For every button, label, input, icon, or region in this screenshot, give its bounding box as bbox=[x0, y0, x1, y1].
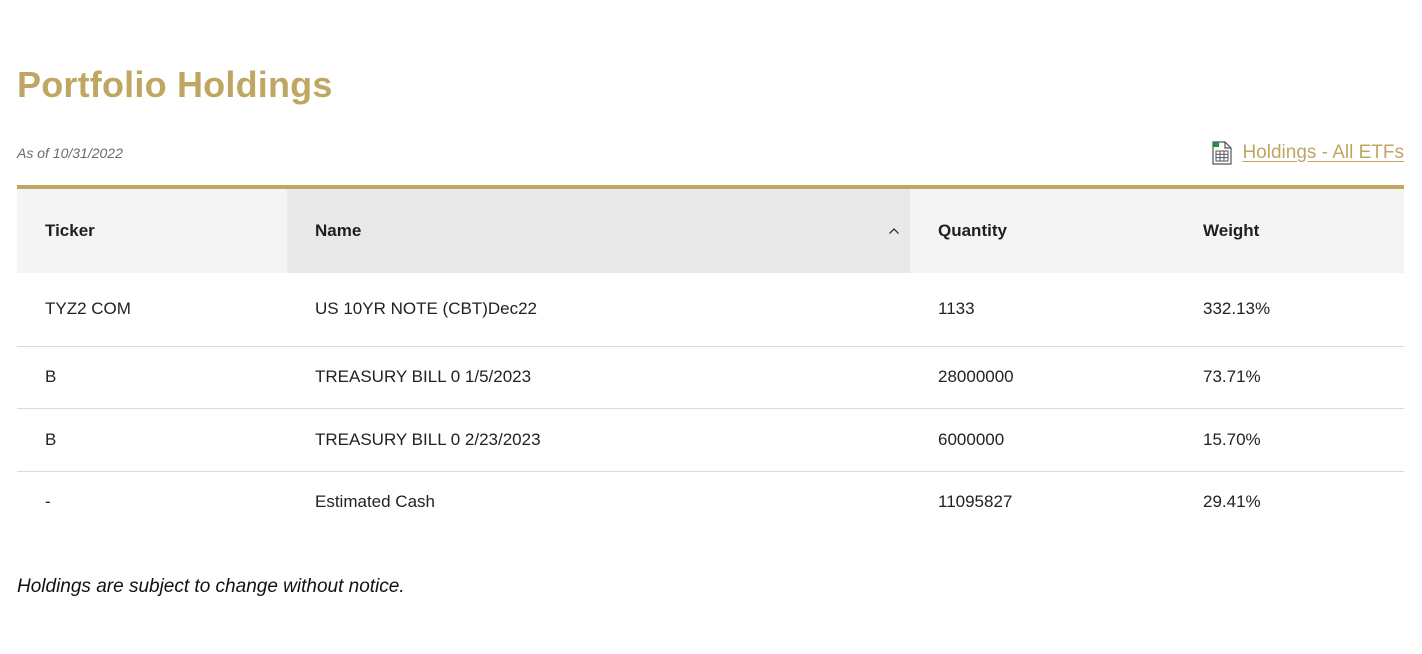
cell-quantity: 1133 bbox=[910, 273, 1175, 347]
table-row: TYZ2 COM US 10YR NOTE (CBT)Dec22 1133 33… bbox=[17, 273, 1404, 347]
column-header-name-label: Name bbox=[315, 221, 362, 240]
table-header-row: Ticker Name Quantity Weight bbox=[17, 189, 1404, 273]
cell-quantity: 11095827 bbox=[938, 491, 1013, 511]
table-row: B TREASURY BILL 0 2/23/2023 6000000 15.7… bbox=[17, 408, 1404, 472]
column-header-quantity[interactable]: Quantity bbox=[910, 189, 1175, 273]
cell-name: TREASURY BILL 0 1/5/2023 bbox=[287, 346, 910, 409]
table-row: - Estimated Cash 11095827 29.41% bbox=[17, 471, 1404, 532]
cell-name: Estimated Cash bbox=[315, 491, 435, 511]
holdings-table-container: Ticker Name Quantity Weight TYZ2 COM US … bbox=[17, 185, 1404, 532]
spreadsheet-icon bbox=[1212, 141, 1233, 165]
column-header-name[interactable]: Name bbox=[287, 189, 910, 273]
portfolio-holdings-page: Portfolio Holdings As of 10/31/2022 Hold… bbox=[0, 0, 1422, 654]
as-of-date: As of 10/31/2022 bbox=[17, 145, 123, 161]
page-title: Portfolio Holdings bbox=[17, 64, 333, 105]
cell-ticker: TYZ2 COM bbox=[17, 273, 287, 347]
cell-ticker: B bbox=[17, 346, 287, 409]
cell-quantity: 28000000 bbox=[910, 346, 1175, 409]
cell-ticker: B bbox=[17, 408, 287, 472]
disclaimer-text: Holdings are subject to change without n… bbox=[17, 576, 405, 597]
column-header-ticker[interactable]: Ticker bbox=[17, 189, 287, 273]
cell-quantity: 6000000 bbox=[910, 408, 1175, 472]
cell-weight: 332.13% bbox=[1175, 273, 1404, 347]
cell-name: TREASURY BILL 0 2/23/2023 bbox=[287, 408, 910, 472]
cell-ticker: - bbox=[45, 491, 51, 511]
download-link-label: Holdings - All ETFs bbox=[1242, 142, 1404, 163]
table-row: B TREASURY BILL 0 1/5/2023 28000000 73.7… bbox=[17, 346, 1404, 409]
meta-row: As of 10/31/2022 Holdings - All ETFs bbox=[17, 138, 1404, 168]
chevron-up-icon bbox=[889, 228, 899, 234]
download-holdings-link[interactable]: Holdings - All ETFs bbox=[1212, 141, 1404, 165]
cell-weight: 29.41% bbox=[1203, 491, 1261, 511]
column-header-weight[interactable]: Weight bbox=[1175, 189, 1404, 273]
holdings-table: Ticker Name Quantity Weight TYZ2 COM US … bbox=[17, 189, 1404, 532]
cell-name: US 10YR NOTE (CBT)Dec22 bbox=[287, 273, 910, 347]
cell-weight: 73.71% bbox=[1175, 346, 1404, 409]
cell-weight: 15.70% bbox=[1175, 408, 1404, 472]
